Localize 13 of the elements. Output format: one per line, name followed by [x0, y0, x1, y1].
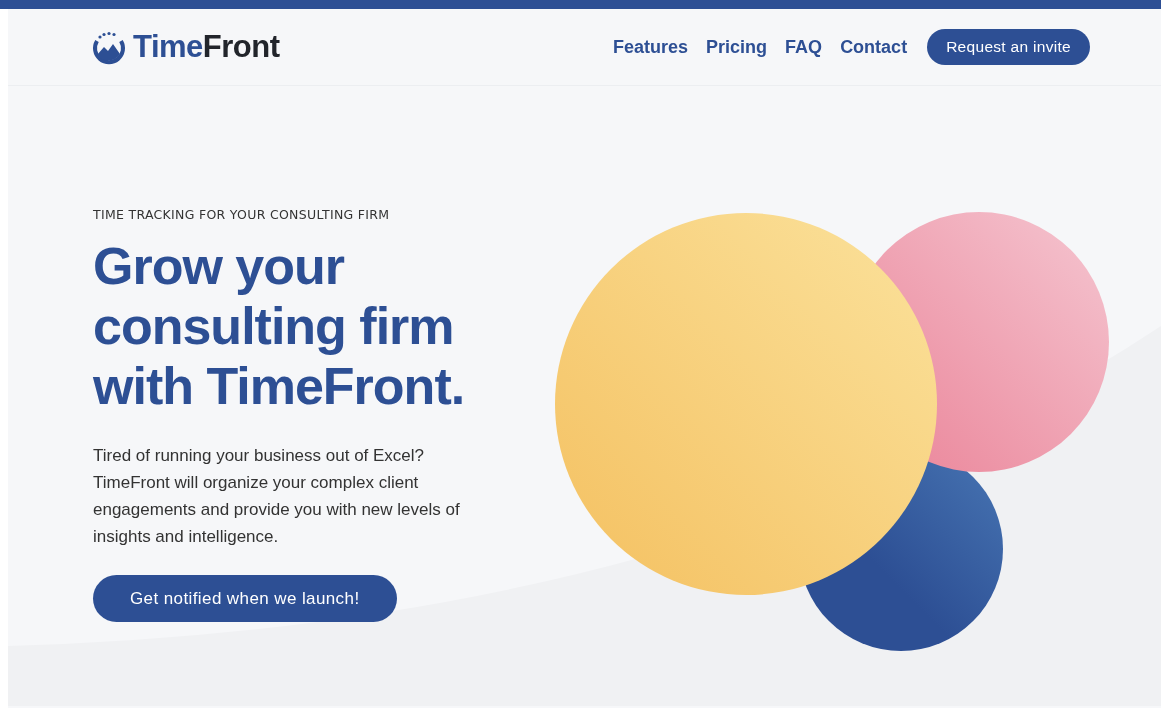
- nav-link[interactable]: Contact: [840, 36, 908, 58]
- nav-link[interactable]: Features: [613, 36, 689, 58]
- headline: consulting firm: [93, 296, 455, 356]
- brand-name[interactable]: TimeFront: [133, 29, 280, 65]
- tagline: TIME TRACKING FOR YOUR CONSULTING FIRM: [93, 207, 391, 222]
- invite-button[interactable]: Request an invite: [927, 29, 1090, 65]
- nav-link[interactable]: FAQ: [785, 36, 823, 58]
- headline: with TimeFront.: [93, 356, 466, 416]
- headline: Grow your: [93, 236, 346, 296]
- logo-icon: [91, 29, 127, 65]
- nav-link[interactable]: Pricing: [706, 36, 768, 58]
- description: Tired of running your business out of Excel? TimeFront will organize your complex client engagements and provide you with new levels of insights and intelligence.: [93, 445, 461, 548]
- notify-button[interactable]: Get notified when we launch!: [93, 575, 397, 622]
